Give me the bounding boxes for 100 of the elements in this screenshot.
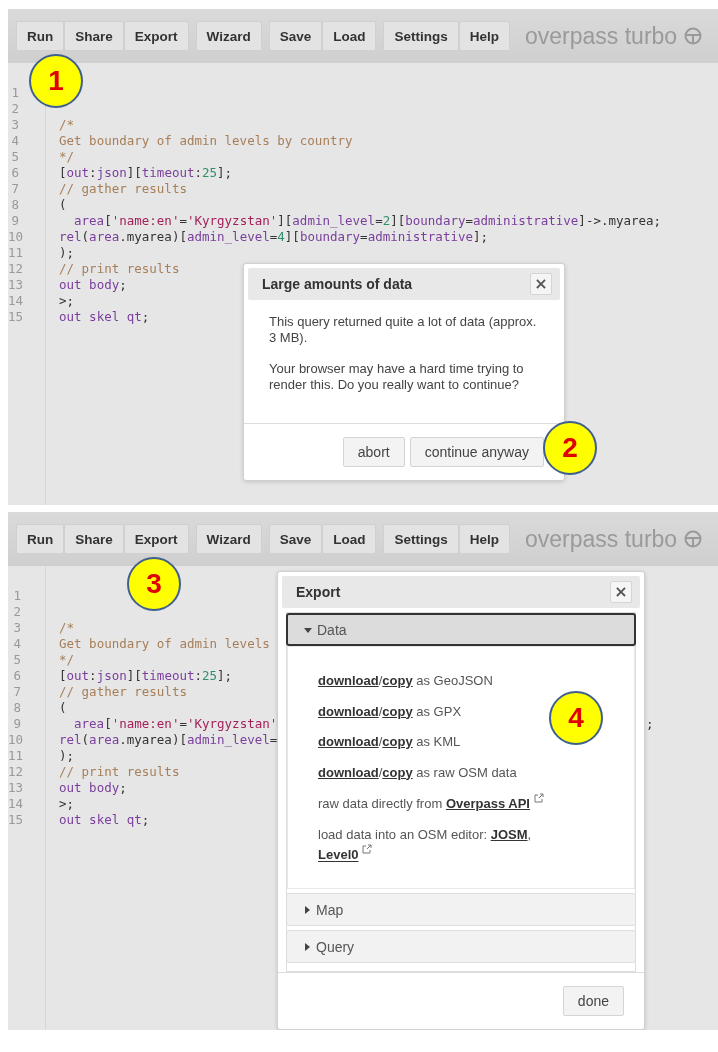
- code-line: >;: [59, 293, 75, 309]
- link[interactable]: copy: [382, 764, 413, 780]
- code-line: out skel qt;: [59, 812, 150, 828]
- toolbar-button[interactable]: Settings: [383, 21, 459, 51]
- toolbar-button[interactable]: Share: [64, 21, 124, 51]
- line-number: 6: [12, 668, 22, 684]
- toolbar-button[interactable]: Save: [268, 21, 323, 51]
- link[interactable]: JOSM: [490, 826, 528, 842]
- line-number: 10: [8, 229, 25, 245]
- code-line: // gather results: [59, 181, 187, 197]
- toolbar-button[interactable]: Settings: [383, 524, 459, 554]
- line-number: 13: [8, 780, 25, 796]
- dialog-button[interactable]: abort: [342, 437, 405, 467]
- code-fragment: ;: [646, 716, 654, 732]
- external-link-icon: [362, 844, 373, 855]
- link[interactable]: Level0: [318, 847, 359, 863]
- line-number: 11: [8, 245, 25, 261]
- caret-icon: [303, 942, 311, 951]
- link[interactable]: download: [318, 764, 379, 780]
- line-number: 2: [10, 101, 20, 117]
- line-number: 3: [10, 117, 20, 133]
- dialog-button[interactable]: done: [562, 986, 624, 1016]
- code-line: out body;: [59, 780, 127, 796]
- code-line: >;: [59, 796, 75, 812]
- toolbar-button[interactable]: Run: [16, 21, 65, 51]
- code-line: /*: [59, 620, 75, 636]
- code-line: rel(area.myarea)[admin_level=: [59, 732, 278, 748]
- line-number: 5: [10, 149, 20, 165]
- toolbar-button[interactable]: Load: [322, 524, 377, 554]
- line-number: 7: [10, 181, 20, 197]
- line-number: 4: [12, 636, 22, 652]
- toolbar-button[interactable]: Export: [123, 21, 189, 51]
- link[interactable]: copy: [382, 673, 413, 688]
- code-line: /*: [59, 117, 75, 133]
- dialog-message: Your browser may have a hard time trying to render this. Do you really want to continue?: [269, 360, 525, 393]
- toolbar-button[interactable]: Help: [458, 21, 510, 51]
- link[interactable]: copy: [382, 703, 413, 719]
- line-number: 13: [8, 277, 25, 293]
- link[interactable]: Overpass API: [445, 796, 530, 812]
- code-line: (: [59, 197, 67, 213]
- close-button[interactable]: ×: [610, 581, 632, 603]
- caret-icon: [304, 625, 312, 634]
- code-line: Get boundary of admin levels by country: [59, 133, 353, 149]
- line-number: 2: [12, 604, 22, 620]
- toolbar-button[interactable]: Help: [458, 524, 510, 554]
- line-number: 4: [10, 133, 20, 149]
- close-button[interactable]: ×: [530, 273, 552, 295]
- code-line: (: [59, 700, 67, 716]
- toolbar-button[interactable]: Run: [16, 524, 65, 554]
- line-number: 9: [12, 716, 22, 732]
- line-number: 15: [8, 812, 25, 828]
- line-number: 5: [12, 652, 22, 668]
- code-line: // print results: [59, 764, 180, 780]
- line-number: 15: [8, 309, 25, 325]
- export-option: download/copy as GeoJSON: [318, 671, 558, 691]
- code-line: Get boundary of admin levels: [59, 636, 270, 652]
- code-line: [out:json][timeout:25];: [59, 668, 233, 684]
- toolbar-button[interactable]: Save: [268, 524, 323, 554]
- step-marker: 2: [543, 421, 597, 475]
- link[interactable]: download: [318, 673, 379, 688]
- toolbar-button[interactable]: Load: [322, 21, 377, 51]
- dialog-button[interactable]: continue anyway: [409, 437, 544, 467]
- code-line: rel(area.myarea)[admin_level=4][boundary=administrative];: [59, 229, 489, 245]
- export-option: load data into an OSM editor: JOSM, Level0: [318, 824, 558, 866]
- accordion-header[interactable]: Data: [286, 613, 636, 646]
- toolbar-button[interactable]: Share: [64, 524, 124, 554]
- accordion-header[interactable]: Map: [286, 893, 636, 926]
- line-number: 6: [10, 165, 20, 181]
- line-number: 12: [8, 261, 25, 277]
- code-line: [out:json][timeout:25];: [59, 165, 233, 181]
- link[interactable]: copy: [382, 734, 413, 749]
- dialog-title: Export: [296, 584, 341, 600]
- line-number: 8: [10, 197, 20, 213]
- toolbar-button[interactable]: Wizard: [195, 524, 262, 554]
- external-link-icon: [533, 793, 544, 803]
- code-line: */: [59, 149, 75, 165]
- code-line: out body;: [59, 277, 127, 293]
- code-line: out skel qt;: [59, 309, 150, 325]
- line-number: 14: [8, 293, 25, 309]
- toolbar-button[interactable]: Wizard: [195, 21, 262, 51]
- link[interactable]: download: [318, 734, 379, 749]
- code-line: */: [59, 652, 75, 668]
- line-number: 11: [8, 748, 25, 764]
- export-option: download/copy as raw OSM data: [318, 762, 558, 782]
- accordion-header[interactable]: Query: [286, 930, 636, 963]
- code-line: area['name:en'='Kyrgyzstan'][admin_level=2][boundary=administrative]->.myarea;: [73, 213, 662, 229]
- line-number: 8: [12, 700, 22, 716]
- code-line: );: [59, 748, 75, 764]
- code-line: );: [59, 245, 75, 261]
- link[interactable]: download: [318, 703, 379, 719]
- app-title: overpass turbo: [525, 22, 678, 50]
- caret-icon: [303, 905, 311, 914]
- code-line: // gather results: [59, 684, 187, 700]
- line-number: 3: [12, 620, 22, 636]
- line-number: 1: [10, 85, 20, 101]
- code-line: area['name:en'='Kyrgyzstan': [73, 716, 278, 732]
- code-line: // print results: [59, 261, 180, 277]
- line-number: 10: [8, 732, 25, 748]
- line-number: 1: [12, 588, 22, 604]
- toolbar-button[interactable]: Export: [123, 524, 189, 554]
